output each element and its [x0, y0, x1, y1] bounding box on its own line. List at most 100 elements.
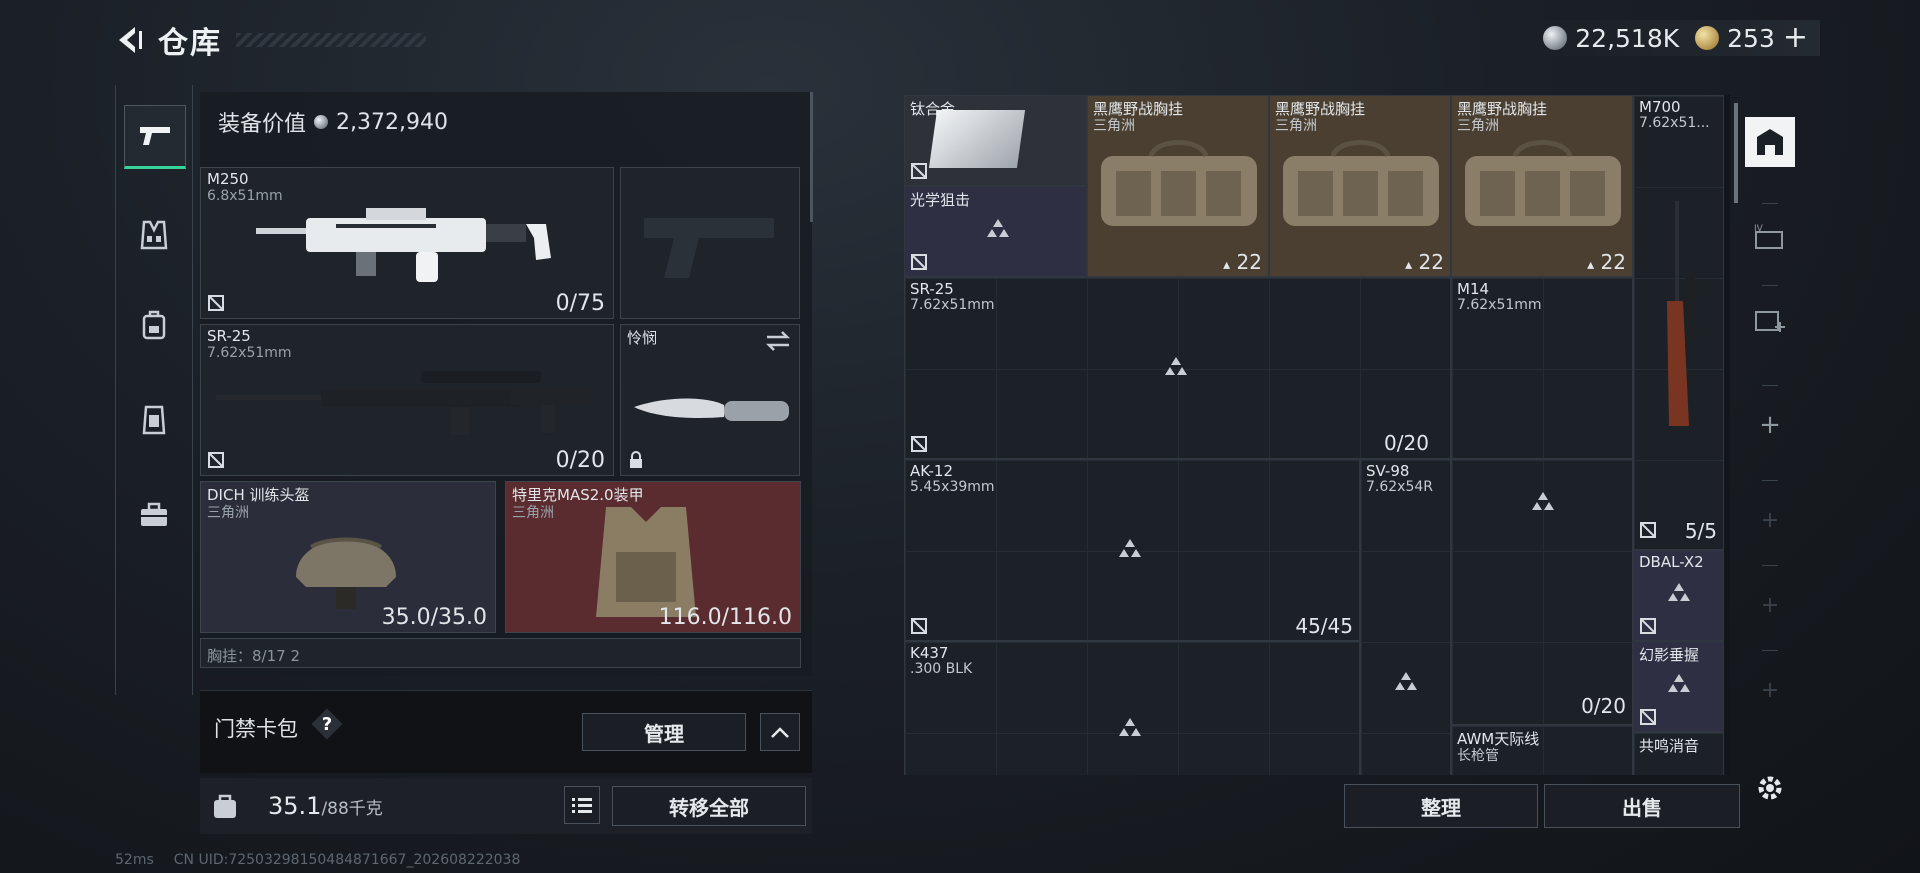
swap-icon[interactable] — [765, 331, 791, 351]
stash-item-sr25[interactable]: SR-25 7.62x51mm — [904, 277, 1451, 459]
loading-icon — [1668, 583, 1690, 601]
secondary-weapon-slot[interactable]: SR-25 7.62x51mm 0/20 — [200, 324, 614, 476]
settings-button[interactable] — [1745, 763, 1795, 813]
sidearm-slot[interactable] — [620, 167, 800, 319]
stash-item-m14[interactable]: M14 7.62x51mm — [1451, 277, 1633, 459]
tab-weapons[interactable] — [124, 105, 186, 169]
plus-icon: + — [1759, 410, 1781, 440]
manage-button[interactable]: 管理 — [582, 713, 746, 751]
pistol-icon — [140, 127, 170, 145]
unlinked-icon — [1640, 709, 1656, 725]
add-storage-icon — [1755, 311, 1785, 332]
loading-icon — [1165, 357, 1187, 375]
item-name: M14 — [1457, 280, 1490, 298]
titanium-ingot-icon — [928, 110, 1026, 168]
weight-icon — [214, 794, 236, 818]
help-icon: ? — [321, 713, 333, 735]
plus-icon: + — [1760, 592, 1780, 618]
unlinked-icon — [1640, 618, 1656, 634]
item-name: K437 — [910, 644, 949, 662]
tab-backpacks[interactable] — [124, 295, 184, 355]
equipment-value-label: 装备价值 — [218, 112, 307, 137]
loading-icon — [987, 219, 1009, 237]
stash-empty-area[interactable]: 0/20 — [1451, 459, 1633, 725]
help-button[interactable]: ? — [312, 709, 342, 739]
separator — [1762, 203, 1778, 204]
sell-button[interactable]: 出售 — [1544, 784, 1740, 828]
tab-armor[interactable] — [124, 390, 184, 450]
ammo-count: 0/20 — [1581, 694, 1626, 718]
unlinked-icon — [208, 295, 224, 311]
stash-item-ak12[interactable]: AK-12 5.45x39mm 45/45 — [904, 459, 1360, 641]
add-tab-button[interactable]: + — [1745, 400, 1795, 450]
loading-icon — [1119, 718, 1141, 736]
transfer-all-button[interactable]: 转移全部 — [612, 786, 806, 826]
stash-item-titanium[interactable]: 钛合金 — [904, 95, 1087, 186]
item-name: 光学狙击 — [910, 191, 971, 209]
lock-icon — [630, 451, 642, 468]
tab-cases[interactable] — [124, 485, 184, 545]
equipment-value: 装备价值 2,372,940 — [218, 106, 448, 138]
weight-bar: 35.1/88千克 转移全部 — [200, 778, 812, 834]
gold-amount: 253 — [1727, 23, 1775, 53]
stash-item-awm[interactable]: AWM天际线 长枪管 — [1451, 725, 1633, 775]
durability: 35.0/35.0 — [381, 605, 487, 630]
helmet-icon — [296, 537, 396, 609]
loading-icon — [1532, 492, 1554, 510]
expand-button[interactable] — [760, 713, 800, 751]
gold-balance[interactable]: 253 + — [1695, 23, 1808, 53]
weight-current: 35.1 — [268, 792, 322, 820]
armor-icon — [142, 405, 166, 435]
list-icon — [572, 798, 592, 813]
stash-panel: 钛合金 光学狙击 黑鹰野战胸挂 三角洲 ▴ 22 黑鹰野战胸挂 三角洲 ▴ 22… — [904, 95, 1738, 775]
silver-balance[interactable]: 22,518K — [1543, 24, 1679, 53]
stash-item-dbal[interactable]: DBAL-X2 — [1633, 550, 1724, 641]
armor-slot[interactable]: 特里克MAS2.0装甲 三角洲 116.0/116.0 — [505, 481, 801, 633]
stash-item-grip[interactable]: 幻影垂握 — [1633, 641, 1724, 732]
item-name: 幻影垂握 — [1639, 646, 1700, 664]
primary-weapon-slot[interactable]: M250 6.8x51mm 0/75 — [200, 167, 614, 319]
item-caliber: 5.45x39mm — [910, 479, 995, 495]
svg-text:IV: IV — [1754, 224, 1764, 234]
stash-item-k437[interactable]: K437 .300 BLK — [904, 641, 1360, 775]
loading-icon — [1395, 672, 1417, 690]
separator — [1762, 385, 1778, 386]
m14-ammo-count: 0/20 — [1384, 431, 1429, 455]
equipment-scrollbar[interactable] — [810, 92, 813, 222]
item-name: SR-25 — [910, 280, 954, 298]
separator — [1762, 285, 1778, 286]
plus-icon: + — [1760, 677, 1780, 703]
stash-item-suppressor[interactable]: 共鸣消音 — [1633, 732, 1724, 775]
add-gold-button[interactable]: + — [1783, 23, 1808, 53]
chest-rig-summary[interactable]: 胸挂：8/17 2 — [200, 638, 801, 668]
chest-rig-icon — [1465, 140, 1621, 226]
tab-add-storage[interactable] — [1745, 295, 1795, 345]
ammo-count: 0/20 — [555, 448, 605, 473]
stash-item-vest-2[interactable]: 黑鹰野战胸挂 三角洲 ▴ 22 — [1269, 95, 1451, 277]
chest-rig-label: 胸挂：8/17 2 — [207, 647, 300, 665]
stash-icon — [1757, 129, 1783, 155]
item-sub: 三角洲 — [512, 505, 554, 521]
stash-item-vest-3[interactable]: 黑鹰野战胸挂 三角洲 ▴ 22 — [1451, 95, 1633, 277]
tab-vests[interactable] — [124, 205, 184, 265]
sort-button[interactable]: 整理 — [1344, 784, 1538, 828]
stash-item-vest-1[interactable]: 黑鹰野战胸挂 三角洲 ▴ 22 — [1087, 95, 1269, 277]
helmet-slot[interactable]: DICH 训练头盔 三角洲 35.0/35.0 — [200, 481, 496, 633]
equipment-panel: 装备价值 2,372,940 M250 6.8x51mm 0/75 SR-25 … — [200, 92, 813, 676]
unlinked-icon — [1640, 522, 1656, 538]
back-button[interactable] — [110, 20, 150, 60]
melee-slot[interactable]: 怜悯 — [620, 324, 800, 476]
tab-main-stash[interactable] — [1745, 117, 1795, 167]
item-name: 怜悯 — [627, 329, 658, 347]
stash-scrollbar[interactable] — [1734, 103, 1738, 203]
stash-item-sv98[interactable]: SV-98 7.62x54R — [1360, 459, 1451, 775]
stash-item-m700[interactable]: M700 7.62x51... 5/5 — [1633, 95, 1724, 550]
tab-stash-iv[interactable]: IV — [1745, 213, 1795, 263]
stash-item-optic[interactable]: 光学狙击 — [904, 186, 1087, 277]
chest-rig-icon — [1101, 140, 1257, 226]
vest-icon — [140, 220, 168, 250]
item-sub: 三角洲 — [207, 505, 249, 521]
list-view-button[interactable] — [564, 786, 600, 824]
item-name: AK-12 — [910, 462, 954, 480]
empty-pistol-icon — [644, 218, 774, 278]
